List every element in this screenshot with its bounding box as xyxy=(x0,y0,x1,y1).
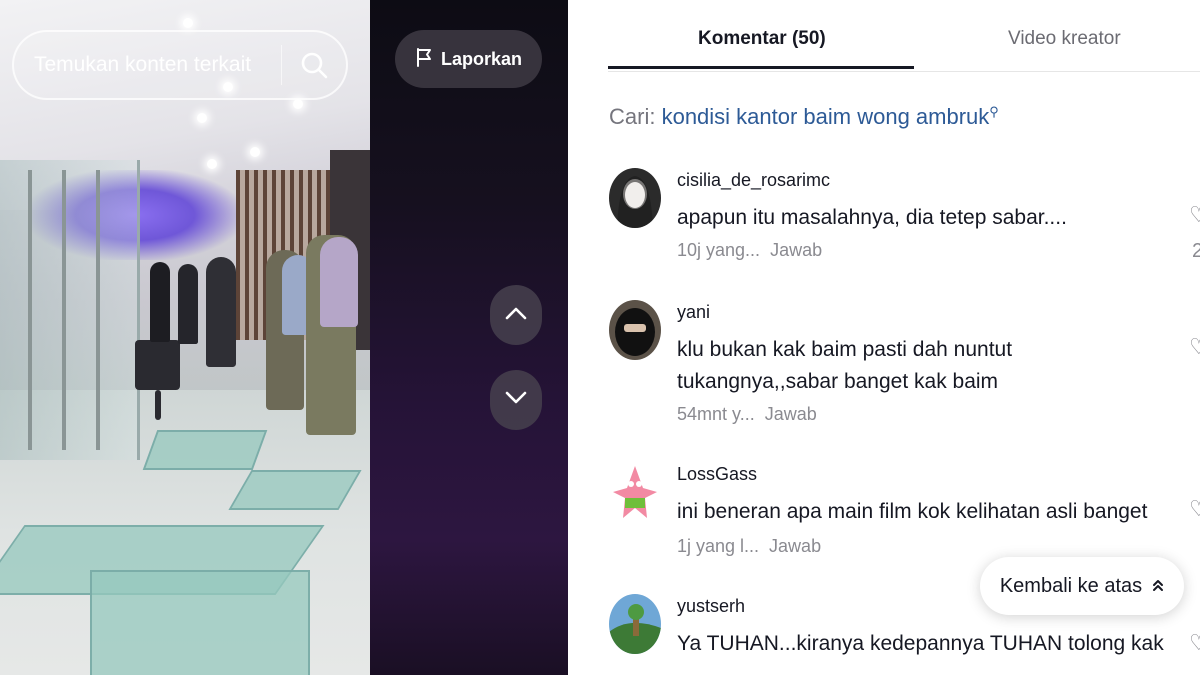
comment-time: 54mnt y... xyxy=(677,404,755,424)
comment-username[interactable]: yani xyxy=(677,302,710,323)
office-chair-leg xyxy=(155,390,161,420)
comment-text: Ya TUHAN...kiranya kedepannya TUHAN tolo… xyxy=(677,632,1164,655)
like-count: 2 xyxy=(1192,240,1200,262)
video-side-strip: Laporkan xyxy=(370,0,568,675)
search-icon[interactable] xyxy=(282,33,346,97)
glass-frame xyxy=(96,170,100,450)
glass-wall xyxy=(0,160,140,460)
comment-meta: 10j yang... Jawab xyxy=(677,240,822,261)
related-search-placeholder: Temukan konten terkait xyxy=(34,53,252,76)
avatar[interactable] xyxy=(609,300,661,360)
glass-frame xyxy=(28,170,32,450)
ceiling-light xyxy=(250,147,260,157)
comment-username[interactable]: cisilia_de_rosarimc xyxy=(677,170,830,191)
back-to-top-label: Kembali ke atas xyxy=(999,574,1143,597)
ceiling-light xyxy=(207,159,217,169)
comment-text: apapun itu masalahnya, dia tetep sabar..… xyxy=(677,206,1067,229)
comment-item: yani klu bukan kak baim pasti dah nuntut… xyxy=(609,300,1200,440)
ceiling-light xyxy=(293,99,303,109)
comment-meta: 54mnt y... Jawab xyxy=(677,404,817,425)
report-button[interactable]: Laporkan xyxy=(395,30,542,88)
avatar[interactable] xyxy=(609,594,661,654)
person xyxy=(150,262,170,342)
search-icon: ⚲ xyxy=(989,104,999,119)
report-label: Laporkan xyxy=(440,48,523,69)
next-video-button[interactable] xyxy=(490,370,542,430)
reply-button[interactable]: Jawab xyxy=(765,404,817,424)
related-search-bar[interactable]: Temukan konten terkait xyxy=(12,30,348,100)
person xyxy=(320,237,358,327)
person xyxy=(206,257,236,367)
glass-frame xyxy=(62,170,66,450)
comment-text: klu bukan kak baim pasti dah nuntut tuka… xyxy=(677,338,1013,393)
avatar[interactable] xyxy=(609,462,661,522)
reply-button[interactable]: Jawab xyxy=(770,240,822,260)
reply-button[interactable]: Jawab xyxy=(769,536,821,556)
comments-panel: Komentar (50) Video kreator Cari: kondis… xyxy=(568,0,1200,675)
search-suggestion-query[interactable]: kondisi kantor baim wong ambruk xyxy=(662,104,990,129)
chevron-down-icon xyxy=(504,390,528,411)
tab-comments[interactable]: Komentar (50) xyxy=(698,28,826,50)
comment-text: ini beneran apa main film kok kelihatan … xyxy=(677,500,1148,523)
double-chevron-up-icon xyxy=(1152,575,1164,598)
video-player[interactable]: Temukan konten terkait xyxy=(0,0,370,675)
chevron-up-icon xyxy=(504,305,528,326)
tab-creator-videos[interactable]: Video kreator xyxy=(1008,28,1121,50)
heart-icon[interactable]: ♡ xyxy=(1189,334,1200,360)
person xyxy=(178,264,198,344)
heart-icon[interactable]: ♡ xyxy=(1189,202,1200,228)
broken-glass xyxy=(142,430,268,470)
comment-time: 1j yang l... xyxy=(677,536,760,556)
comment-username[interactable]: LossGass xyxy=(677,464,757,485)
ceiling-light xyxy=(183,18,193,28)
comment-meta: 1j yang l... Jawab xyxy=(677,536,821,557)
search-suggestion[interactable]: Cari: kondisi kantor baim wong ambruk⚲ xyxy=(609,104,999,130)
flag-icon xyxy=(415,47,433,72)
comment-time: 10j yang... xyxy=(677,240,761,260)
office-chair xyxy=(135,340,180,390)
back-to-top-button[interactable]: Kembali ke atas xyxy=(980,557,1184,615)
comment-tabs: Komentar (50) Video kreator xyxy=(608,0,1200,72)
active-tab-indicator xyxy=(608,66,914,69)
comment-item: LossGass ini beneran apa main film kok k… xyxy=(609,462,1200,572)
avatar[interactable] xyxy=(609,168,661,228)
ceiling-light xyxy=(197,113,207,123)
heart-icon[interactable]: ♡ xyxy=(1189,630,1200,656)
search-suggestion-prefix: Cari: xyxy=(609,104,656,129)
comment-username[interactable]: yustserh xyxy=(677,596,745,617)
heart-icon[interactable]: ♡ xyxy=(1189,496,1200,522)
broken-glass xyxy=(90,570,310,675)
previous-video-button[interactable] xyxy=(490,285,542,345)
comment-item: cisilia_de_rosarimc apapun itu masalahny… xyxy=(609,168,1200,278)
broken-glass xyxy=(228,470,362,510)
